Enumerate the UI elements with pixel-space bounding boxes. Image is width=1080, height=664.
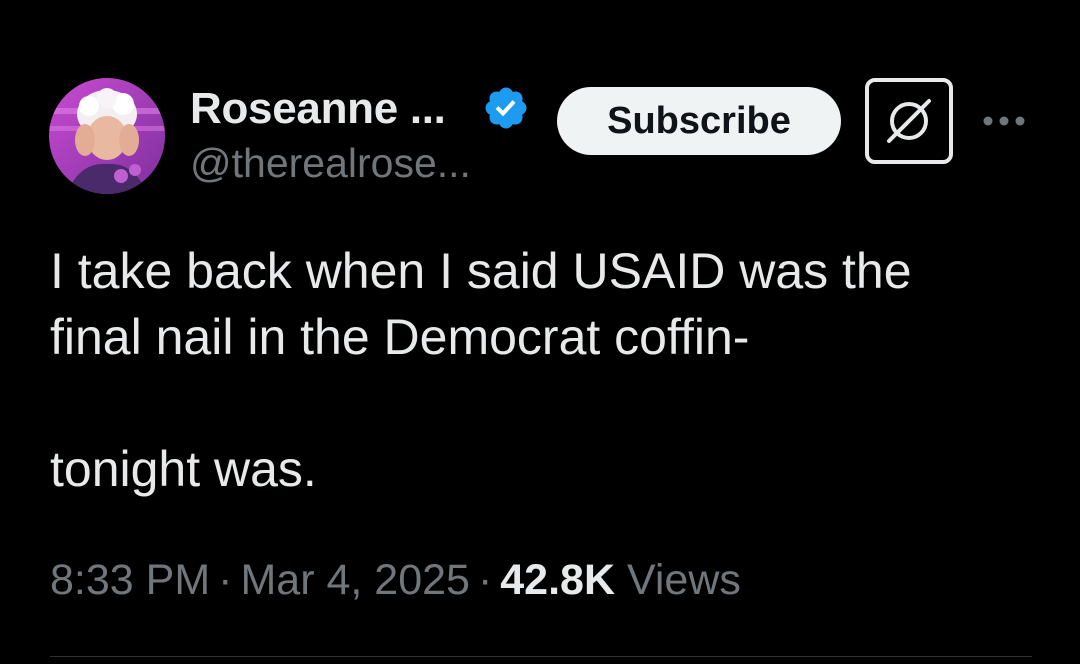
- more-options-icon: [983, 116, 1025, 126]
- views-label: Views: [626, 556, 741, 604]
- views-count[interactable]: 42.8K: [500, 556, 615, 604]
- meta-separator: ·: [218, 556, 233, 604]
- author-avatar[interactable]: [49, 78, 165, 194]
- subscribe-button[interactable]: Subscribe: [557, 87, 841, 155]
- meta-separator: ·: [477, 556, 493, 604]
- tweet-meta: 8:33 PM · Mar 4, 2025 · 42.8K Views: [50, 556, 741, 605]
- tweet-text: I take back when I said USAID was the fi…: [50, 243, 912, 497]
- author-handle[interactable]: @therealrose...: [190, 140, 471, 187]
- grok-icon: [887, 99, 931, 143]
- divider: [50, 656, 1032, 657]
- grok-button[interactable]: [865, 78, 953, 164]
- tweet-time[interactable]: 8:33 PM: [50, 556, 210, 604]
- tweet-date[interactable]: Mar 4, 2025: [240, 556, 469, 604]
- avatar-image: [49, 78, 165, 194]
- more-options-button[interactable]: [980, 106, 1028, 136]
- verified-badge-icon: [485, 87, 527, 129]
- author-display-name[interactable]: Roseanne ...: [190, 84, 446, 134]
